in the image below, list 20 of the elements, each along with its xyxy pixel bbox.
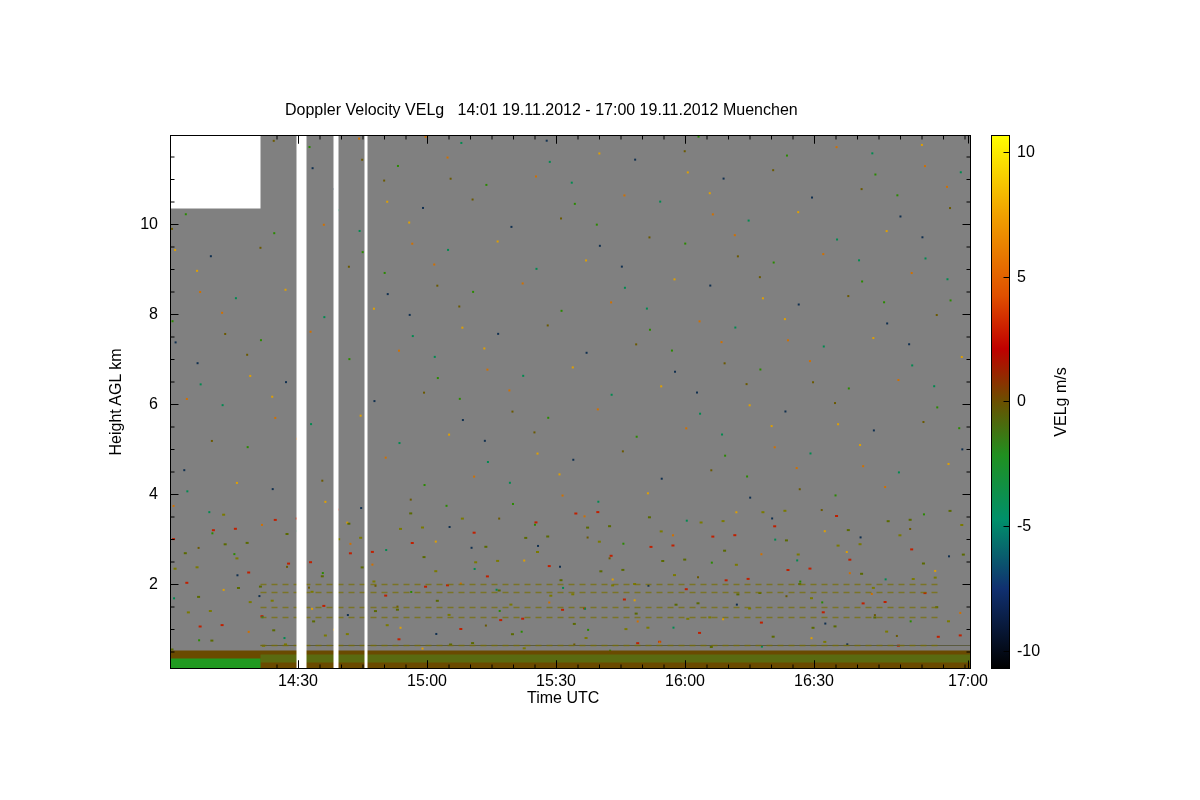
tick-label: 5	[1017, 269, 1026, 285]
axis-title: Height AGL km	[105, 348, 125, 455]
tick-label: -10	[1017, 643, 1041, 659]
tick-label: 16:30	[794, 673, 834, 689]
tick-label: 16:00	[665, 673, 705, 689]
tick-label: 10	[1017, 144, 1035, 160]
tick-label: -5	[1017, 518, 1032, 534]
chart-title: Doppler Velocity VELg 14:01 19.11.2012 - 17:00 19.11.2012 Muenchen	[285, 101, 798, 118]
axis-title: VELg m/s	[1051, 366, 1070, 437]
tick-label: 6	[149, 396, 158, 412]
tick-label: 15:00	[407, 673, 447, 689]
tick-label: 15:30	[536, 673, 576, 689]
tick-label: 0	[1017, 393, 1026, 409]
tick-label: 2	[149, 576, 158, 592]
tick-label: 8	[149, 306, 158, 322]
tick-label: 4	[149, 486, 158, 502]
tick-label: 10	[140, 216, 158, 232]
tick-label: 14:30	[278, 673, 318, 689]
axis-title: Time UTC	[527, 690, 600, 706]
tick-label: 17:00	[948, 673, 988, 689]
